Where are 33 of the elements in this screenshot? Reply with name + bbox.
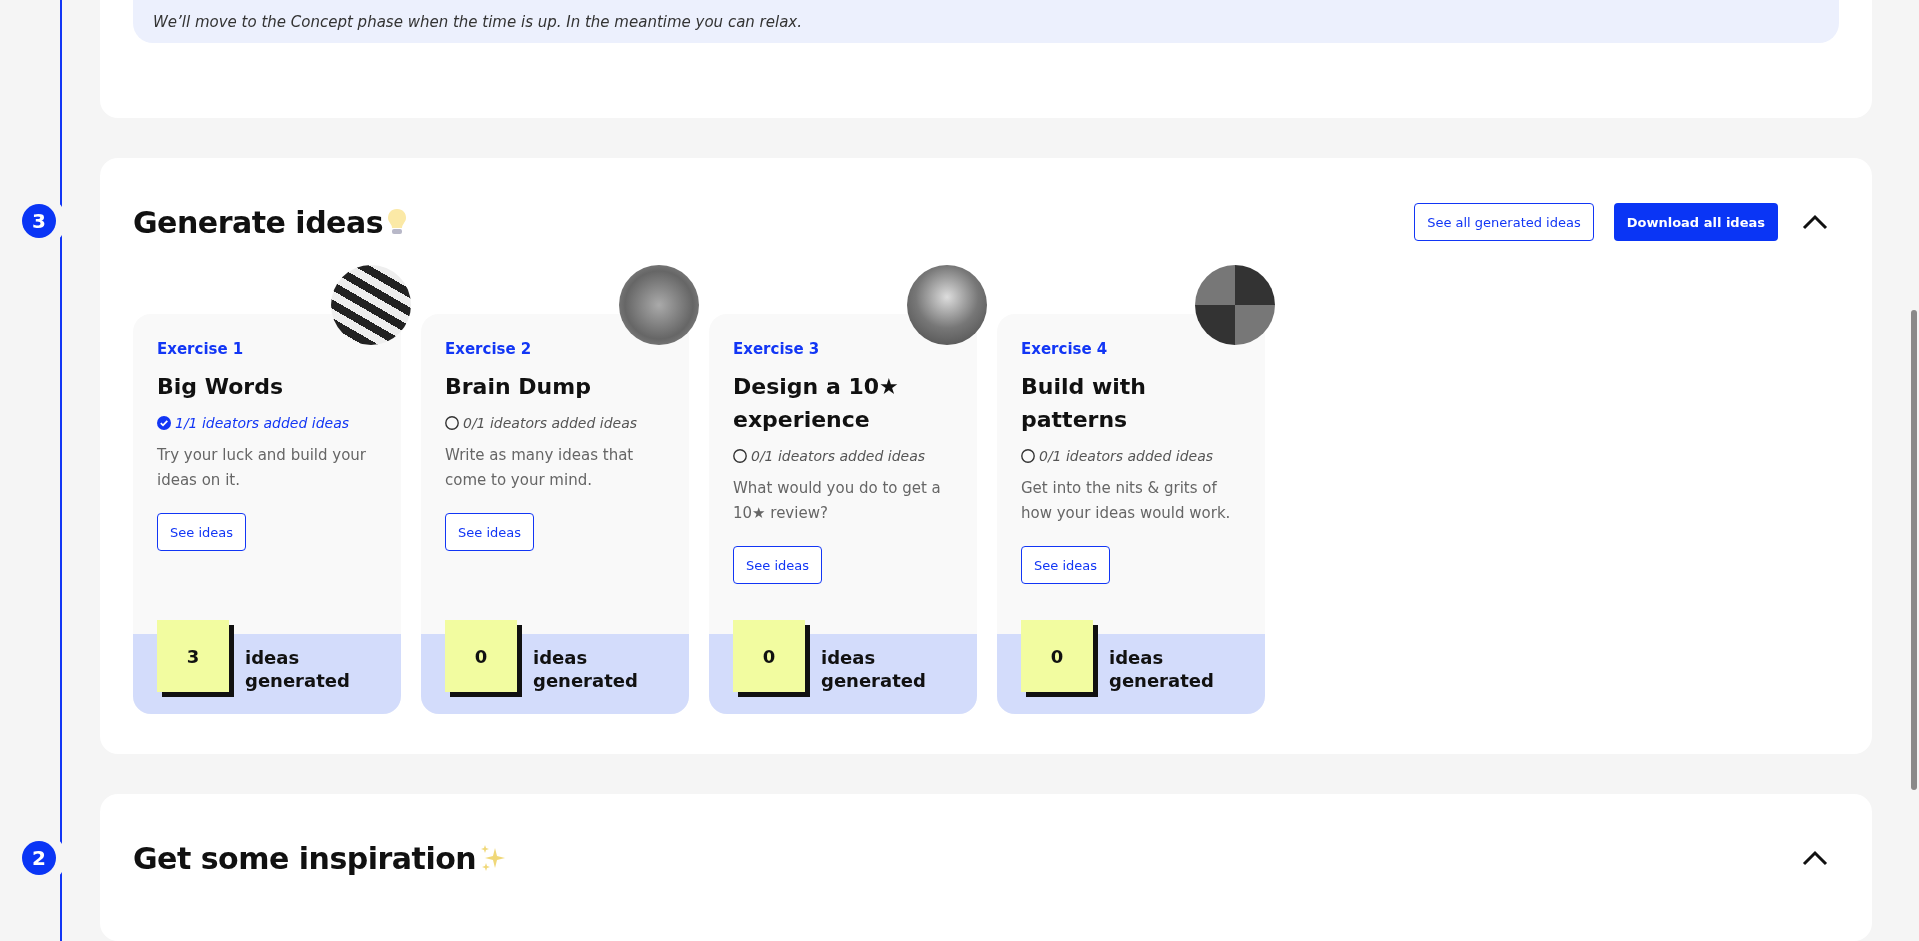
ideas-generated-label: ideas generated	[1109, 646, 1215, 692]
ideas-generated-label: ideas generated	[245, 646, 351, 692]
exercise-title: Brain Dump	[445, 373, 591, 401]
see-ideas-button[interactable]: See ideas	[445, 513, 534, 551]
exercise-label: Exercise 3	[733, 340, 820, 358]
see-all-ideas-button[interactable]: See all generated ideas	[1414, 203, 1594, 241]
exercise-description: What would you do to get a 10★ review?	[733, 478, 942, 524]
scrollbar-thumb[interactable]	[1911, 310, 1917, 790]
ideas-generated-label: ideas generated	[533, 646, 639, 692]
exercise-title: Big Words	[157, 373, 283, 401]
see-ideas-button[interactable]: See ideas	[157, 513, 246, 551]
ideas-generated-label: ideas generated	[821, 646, 927, 692]
section-title: Get some inspiration	[133, 840, 477, 876]
exercise-label: Exercise 1	[157, 340, 244, 358]
exercise-description: Try your luck and build your ideas on it.	[157, 445, 367, 491]
lightbulb-icon	[387, 208, 408, 236]
chevron-up-icon	[1802, 214, 1828, 230]
exercise-title: Build with patterns	[1021, 373, 1147, 434]
exercise-label: Exercise 2	[445, 340, 532, 358]
exercise-description: Get into the nits & grits of how your ideas would work.	[1021, 478, 1232, 524]
chevron-up-icon	[1802, 850, 1828, 866]
section-title: Generate ideas	[133, 204, 384, 240]
see-ideas-button[interactable]: See ideas	[733, 546, 822, 584]
exercise-title: Design a 10★ experience	[733, 373, 900, 434]
see-ideas-button[interactable]: See ideas	[1021, 546, 1110, 584]
ideators-status: 0/1 ideators added ideas	[1039, 448, 1214, 464]
ideators-status: 1/1 ideators added ideas	[175, 415, 350, 431]
exercise-label: Exercise 4	[1021, 340, 1108, 358]
info-notice: We’ll move to the Concept phase when the time is up. In the meantime you can relax.	[133, 0, 1839, 43]
ideators-status: 0/1 ideators added ideas	[751, 448, 926, 464]
ideators-status: 0/1 ideators added ideas	[463, 415, 638, 431]
download-button[interactable]: Download all ideas	[1613, 203, 1778, 241]
exercise-description: Write as many ideas that come to your mind.	[445, 445, 635, 491]
